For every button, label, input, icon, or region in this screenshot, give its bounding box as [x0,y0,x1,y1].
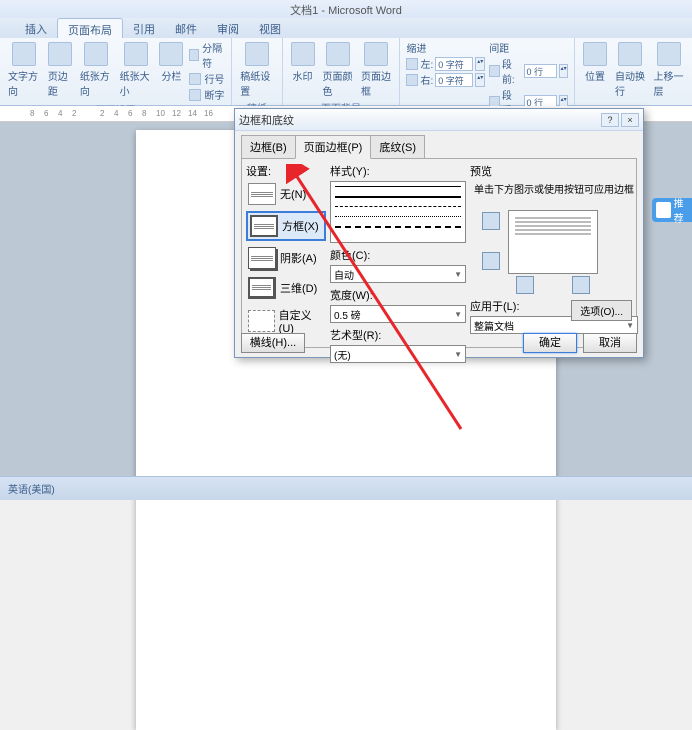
page-color-button[interactable]: 页面颜色 [321,40,355,100]
setting-3d[interactable]: 三维(D) [246,275,326,301]
preview-label: 预览 [470,163,638,179]
width-select[interactable]: 0.5 磅▼ [330,305,466,323]
page-borders-button[interactable]: 页面边框 [359,40,393,100]
color-label: 颜色(C): [330,247,466,263]
spinner-buttons[interactable]: ▴▾ [559,64,568,78]
width-label: 宽度(W): [330,287,466,303]
art-select[interactable]: (无)▼ [330,345,466,363]
text-direction-button[interactable]: 文字方向 [6,40,42,102]
position-button[interactable]: 位置 [581,40,609,100]
margins-button[interactable]: 页边距 [46,40,74,102]
group-paragraph: 缩进 左:0 字符▴▾ 右:0 字符▴▾ 间距 段前:0 行▴▾ 段后:0 行▴… [400,38,575,105]
wrap-text-button[interactable]: 自动换行 [613,40,647,100]
tab-insert[interactable]: 插入 [15,18,57,38]
help-button[interactable]: ? [601,113,619,127]
line-numbers-button[interactable]: 行号 [189,71,225,86]
dialog-titlebar: 边框和底纹 ? × [235,109,643,131]
group-page-setup: 文字方向 页边距 纸张方向 纸张大小 分栏 分隔符 行号 断字 页面设置 [0,38,232,105]
border-left-button[interactable] [516,276,534,294]
border-right-button[interactable] [572,276,590,294]
setting-shadow[interactable]: 阴影(A) [246,245,326,271]
hyphenation-button[interactable]: 断字 [189,87,225,102]
spinner-buttons[interactable]: ▴▾ [475,57,485,71]
chevron-down-icon: ▼ [454,270,462,279]
statusbar: 英语(美国) [0,476,692,500]
setting-none[interactable]: 无(N) [246,181,326,207]
group-page-bg: 水印 页面颜色 页面边框 页面背景 [283,38,401,105]
tab-page-layout[interactable]: 页面布局 [57,18,123,38]
dialog-tab-shading[interactable]: 底纹(S) [370,135,425,159]
spacing-before-input[interactable]: 0 行 [524,64,558,78]
spinner-buttons[interactable]: ▴▾ [475,73,485,87]
chevron-down-icon: ▼ [454,350,462,359]
group-arrange: 位置 自动换行 上移一层 [575,38,692,105]
breaks-button[interactable]: 分隔符 [189,40,225,70]
size-button[interactable]: 纸张大小 [118,40,154,102]
border-top-button[interactable] [482,212,500,230]
style-listbox[interactable] [330,181,466,243]
columns-button[interactable]: 分栏 [157,40,185,102]
tab-review[interactable]: 审阅 [207,18,249,38]
indent-right-icon [406,74,418,86]
tab-references[interactable]: 引用 [123,18,165,38]
art-label: 艺术型(R): [330,327,466,343]
indent-left-icon [406,58,418,70]
ribbon-tabstrip: 插入 页面布局 引用 邮件 审阅 视图 [0,18,692,38]
status-lang[interactable]: 英语(美国) [8,481,55,496]
watermark-button[interactable]: 水印 [289,40,317,100]
cancel-button[interactable]: 取消 [583,333,637,353]
orientation-button[interactable]: 纸张方向 [78,40,114,102]
window-title: 文档1 - Microsoft Word [0,0,692,18]
manuscript-button[interactable]: 稿纸设置 [238,40,275,100]
color-select[interactable]: 自动▼ [330,265,466,283]
ok-button[interactable]: 确定 [523,333,577,353]
indent-left-input[interactable]: 0 字符 [435,57,473,71]
setting-box[interactable]: 方框(X) [246,211,326,241]
tab-view[interactable]: 视图 [249,18,291,38]
group-manuscript: 稿纸设置 稿纸 [232,38,282,105]
borders-shading-dialog: 边框和底纹 ? × 边框(B) 页面边框(P) 底纹(S) 设置: 无(N) 方… [234,108,644,358]
bring-forward-button[interactable]: 上移一层 [652,40,686,100]
indent-right-input[interactable]: 0 字符 [435,73,473,87]
side-widget[interactable]: 推荐 [652,198,692,222]
dialog-tab-borders[interactable]: 边框(B) [241,135,296,159]
style-label: 样式(Y): [330,163,466,179]
ribbon: 文字方向 页边距 纸张方向 纸张大小 分栏 分隔符 行号 断字 页面设置 稿纸设… [0,38,692,106]
before-icon [489,65,500,77]
dialog-tab-page-border[interactable]: 页面边框(P) [295,135,372,159]
horizontal-line-button[interactable]: 横线(H)... [241,333,305,353]
preview-page [508,210,598,274]
chevron-down-icon: ▼ [626,321,634,330]
share-icon [656,202,671,218]
tab-mailings[interactable]: 邮件 [165,18,207,38]
preview-hint: 单击下方图示或使用按钮可应用边框 [470,181,638,196]
settings-label: 设置: [246,163,326,179]
border-bottom-button[interactable] [482,252,500,270]
dialog-body: 设置: 无(N) 方框(X) 阴影(A) 三维(D) 自定义(U) 样式(Y):… [241,158,637,348]
close-button[interactable]: × [621,113,639,127]
chevron-down-icon: ▼ [454,310,462,319]
options-button[interactable]: 选项(O)... [571,300,632,321]
